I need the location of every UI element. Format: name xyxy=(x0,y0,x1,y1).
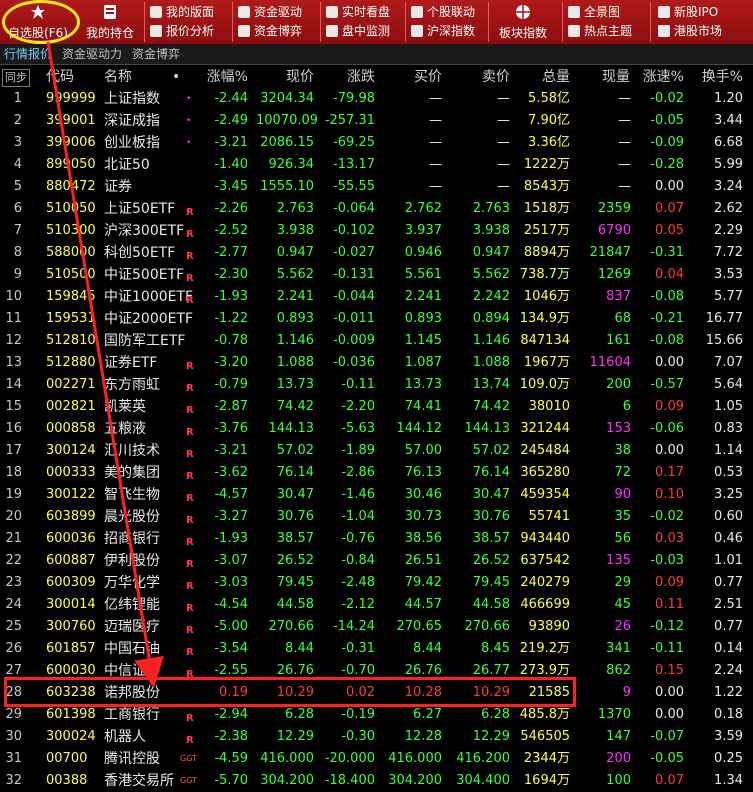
annotation-arrow xyxy=(46,41,164,688)
